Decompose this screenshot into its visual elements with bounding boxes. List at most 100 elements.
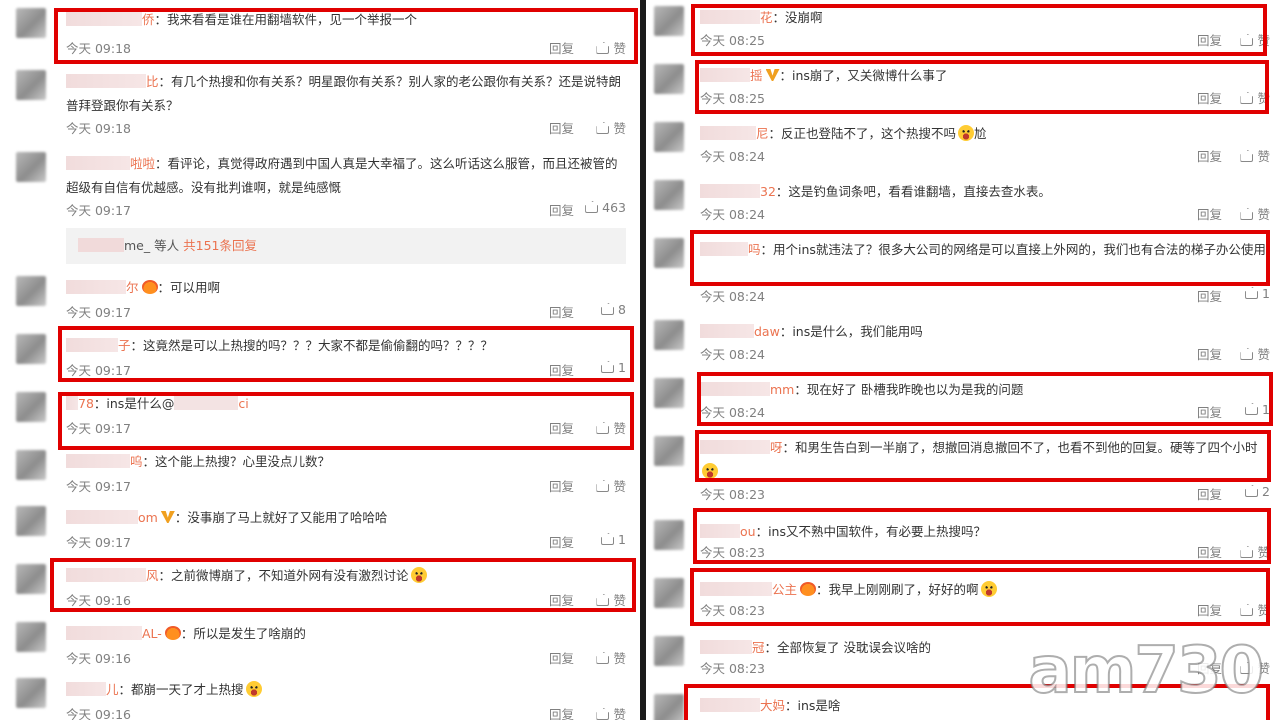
like-button[interactable]: 1: [601, 360, 626, 375]
like-button[interactable]: 1: [601, 532, 626, 547]
commenter-name[interactable]: 啦啦: [66, 152, 155, 176]
reply-button[interactable]: 回复: [549, 648, 574, 667]
comment-text: ：没崩啊: [772, 10, 823, 25]
like-button[interactable]: 463: [585, 200, 626, 215]
like-button[interactable]: 赞: [1240, 542, 1270, 561]
avatar[interactable]: [16, 450, 46, 480]
commenter-name[interactable]: 公主: [700, 578, 797, 602]
like-button[interactable]: 1: [1245, 402, 1270, 417]
more-replies-count[interactable]: 共151条回复: [183, 238, 257, 253]
commenter-name[interactable]: 呀: [700, 436, 783, 460]
avatar[interactable]: [654, 122, 684, 152]
reply-button[interactable]: 回复: [549, 532, 574, 551]
mention-link[interactable]: ci: [174, 396, 249, 411]
like-button[interactable]: 1: [1245, 286, 1270, 301]
avatar[interactable]: [654, 6, 684, 36]
reply-button[interactable]: 回复: [1197, 88, 1222, 107]
reply-button[interactable]: 回复: [549, 118, 574, 137]
commenter-name[interactable]: AL-: [66, 622, 162, 646]
commenter-name[interactable]: 比: [66, 70, 159, 94]
reply-button[interactable]: 回复: [1197, 600, 1222, 619]
commenter-name[interactable]: 儿: [66, 678, 119, 702]
avatar[interactable]: [16, 276, 46, 306]
reply-button[interactable]: 回复: [1197, 484, 1222, 503]
avatar[interactable]: [16, 152, 46, 182]
avatar[interactable]: [654, 636, 684, 666]
like-button[interactable]: 赞: [596, 476, 626, 495]
avatar[interactable]: [16, 392, 46, 422]
reply-button[interactable]: 回复: [1197, 402, 1222, 421]
reply-button[interactable]: 回复: [549, 476, 574, 495]
avatar[interactable]: [16, 334, 46, 364]
commenter-name[interactable]: 呜: [66, 450, 143, 474]
avatar[interactable]: [654, 578, 684, 608]
commenter-name[interactable]: 78: [66, 392, 94, 416]
commenter-name[interactable]: 花: [700, 6, 773, 30]
avatar[interactable]: [16, 678, 46, 708]
avatar[interactable]: [654, 64, 684, 94]
commenter-name[interactable]: 32: [700, 180, 776, 204]
avatar[interactable]: [654, 378, 684, 408]
more-replies-bar[interactable]: me_ 等人 共151条回复: [66, 228, 626, 264]
avatar[interactable]: [16, 622, 46, 652]
like-button[interactable]: 赞: [1240, 30, 1270, 49]
commenter-name[interactable]: daw: [700, 320, 780, 344]
comment-item: 比：有几个热搜和你有关系？明星跟你有关系？别人家的老公跟你有关系？还是说特朗普拜…: [0, 64, 640, 138]
like-button[interactable]: 赞: [1240, 146, 1270, 165]
avatar[interactable]: [654, 320, 684, 350]
commenter-name[interactable]: 冠: [700, 636, 765, 660]
like-button[interactable]: 2: [1245, 484, 1270, 499]
reply-button[interactable]: 回复: [1197, 204, 1222, 223]
reply-button[interactable]: 回复: [549, 38, 574, 57]
comment-text: ：和男生告白到一半崩了，想撤回消息撤回不了，也看不到他的回复。硬等了四个小时: [782, 440, 1258, 455]
like-button[interactable]: 赞: [596, 648, 626, 667]
like-button[interactable]: 赞: [1240, 88, 1270, 107]
like-button[interactable]: 赞: [596, 590, 626, 609]
reply-button[interactable]: 回复: [549, 704, 574, 720]
commenter-name[interactable]: 风: [66, 564, 159, 588]
avatar[interactable]: [654, 238, 684, 268]
reply-button[interactable]: 回复: [549, 302, 574, 321]
reply-button[interactable]: 回复: [1197, 542, 1222, 561]
name-blur: [66, 510, 138, 524]
like-button[interactable]: 赞: [596, 704, 626, 720]
like-button[interactable]: 赞: [1240, 600, 1270, 619]
reply-button[interactable]: 回复: [549, 590, 574, 609]
like-button[interactable]: 8: [601, 302, 626, 317]
like-button[interactable]: 赞: [596, 118, 626, 137]
reply-button[interactable]: 回复: [1197, 286, 1222, 305]
like-button[interactable]: 赞: [1240, 204, 1270, 223]
reply-button[interactable]: 回复: [1197, 30, 1222, 49]
reply-button[interactable]: 回复: [1197, 146, 1222, 165]
commenter-name[interactable]: 尔: [66, 276, 139, 300]
reply-button[interactable]: 回复: [549, 200, 574, 219]
like-count: 1: [618, 360, 626, 375]
commenter-name[interactable]: mm: [700, 378, 794, 402]
avatar[interactable]: [16, 70, 46, 100]
commenter-name[interactable]: 大妈: [700, 694, 785, 718]
avatar[interactable]: [654, 180, 684, 210]
avatar[interactable]: [16, 506, 46, 536]
comment-item: ou：ins又不熟中国软件，有必要上热搜吗？ 今天 08:23 回复赞: [646, 514, 1280, 562]
name-suffix: 比: [146, 74, 159, 89]
avatar[interactable]: [654, 694, 684, 720]
avatar[interactable]: [16, 564, 46, 594]
reply-button[interactable]: 回复: [549, 360, 574, 379]
name-blur: [66, 12, 142, 26]
commenter-name[interactable]: 摇: [700, 64, 763, 88]
like-button[interactable]: 赞: [596, 38, 626, 57]
commenter-name[interactable]: ou: [700, 520, 756, 544]
avatar[interactable]: [654, 520, 684, 550]
commenter-name[interactable]: 吗: [700, 238, 761, 262]
like-button[interactable]: 赞: [1240, 344, 1270, 363]
reply-button[interactable]: 回复: [1197, 344, 1222, 363]
commenter-name[interactable]: om: [66, 506, 158, 530]
commenter-name[interactable]: 子: [66, 334, 131, 358]
commenter-name[interactable]: 尼: [700, 122, 769, 146]
comment-body: daw：ins是什么，我们能用吗: [700, 320, 1270, 344]
avatar[interactable]: [16, 8, 46, 38]
commenter-name[interactable]: 侨: [66, 8, 155, 32]
like-button[interactable]: 赞: [596, 418, 626, 437]
reply-button[interactable]: 回复: [549, 418, 574, 437]
avatar[interactable]: [654, 436, 684, 466]
